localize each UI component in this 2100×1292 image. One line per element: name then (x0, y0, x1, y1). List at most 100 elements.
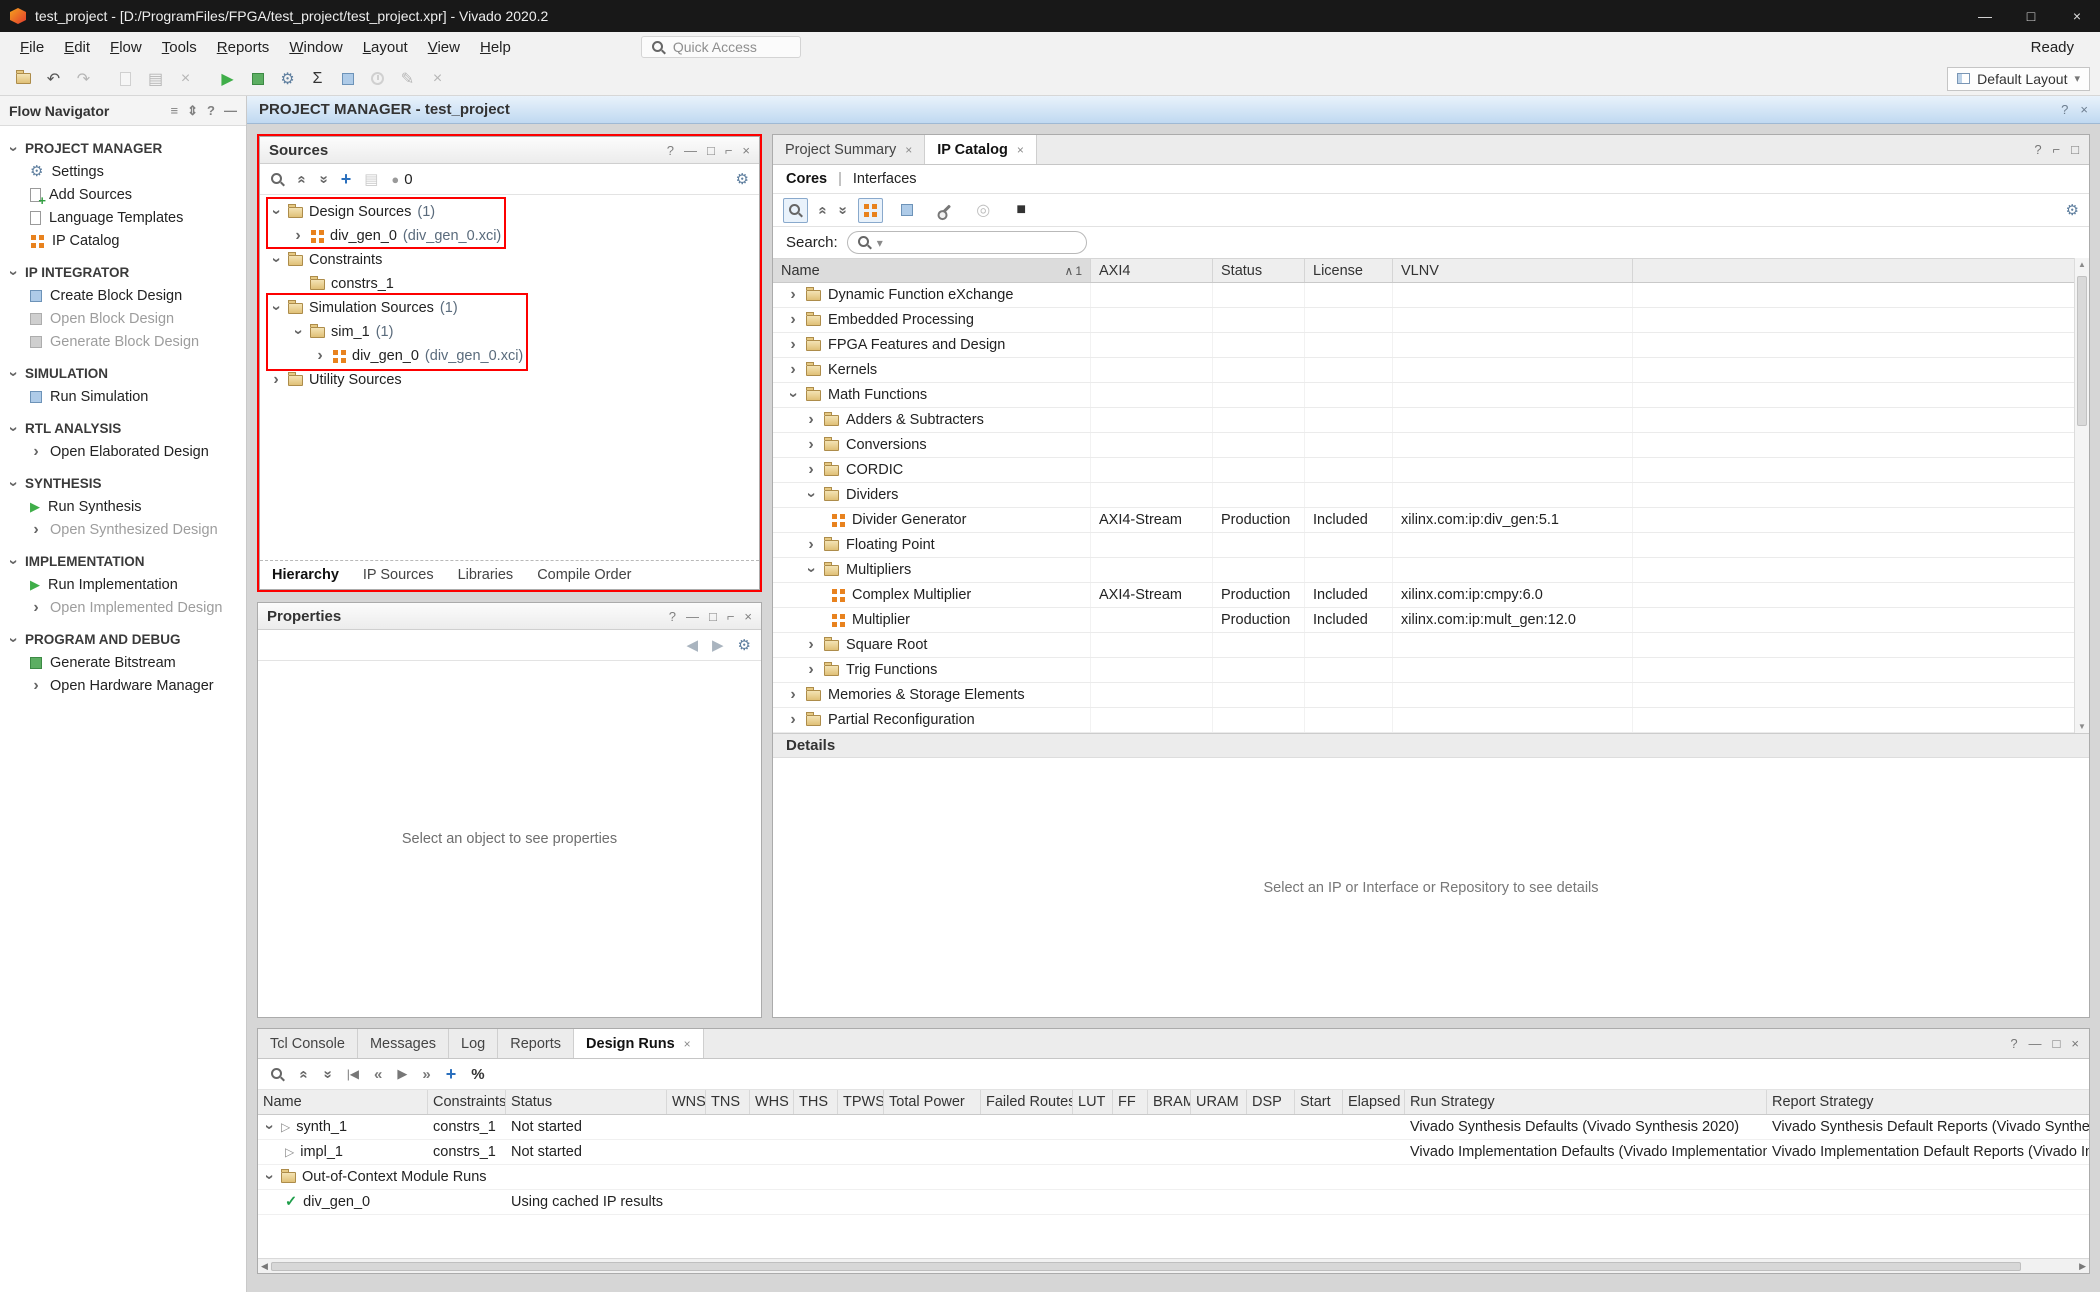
ip-category-row[interactable]: ›Adders & Subtracters (773, 408, 2089, 433)
ip-core-row-divider-generator[interactable]: Divider GeneratorAXI4-StreamProductionIn… (773, 508, 2089, 533)
subtab-cores[interactable]: Cores (786, 171, 827, 187)
add-repository-icon[interactable] (894, 197, 921, 223)
settings-gear-icon[interactable]: ⚙ (274, 66, 301, 92)
menu-flow[interactable]: Flow (100, 36, 152, 59)
column-header-ths[interactable]: THS (794, 1090, 838, 1114)
close-icon[interactable]: × (1017, 143, 1024, 157)
column-header-status[interactable]: Status (1213, 259, 1305, 282)
target-icon[interactable]: ◎ (970, 197, 997, 223)
vertical-scrollbar[interactable]: ▲ ▼ (2074, 258, 2089, 733)
minimize-icon[interactable]: — (2029, 1036, 2042, 1051)
section-synthesis[interactable]: › SYNTHESIS (0, 472, 246, 495)
expander-icon[interactable]: › (805, 412, 817, 428)
help-icon[interactable]: ? (669, 609, 676, 624)
fast-back-icon[interactable]: « (374, 1066, 382, 1083)
column-header-status[interactable]: Status (506, 1090, 667, 1114)
layout-grid-icon[interactable] (334, 66, 361, 92)
history-icon[interactable] (364, 66, 391, 92)
open-project-icon[interactable] (10, 66, 37, 92)
expand-all-icon[interactable]: « (315, 175, 332, 183)
expander-icon[interactable]: › (787, 712, 799, 728)
nav-item-open-block-design[interactable]: Open Block Design (0, 307, 246, 330)
ip-category-row[interactable]: ›Embedded Processing (773, 308, 2089, 333)
scrollbar-thumb[interactable] (2077, 276, 2087, 426)
expander-icon[interactable]: › (268, 206, 284, 218)
close-icon[interactable]: × (744, 609, 752, 624)
ip-category-row[interactable]: ›Trig Functions (773, 658, 2089, 683)
help-icon[interactable]: ? (2010, 1036, 2017, 1051)
ip-search-box[interactable]: ▾ (847, 231, 1087, 254)
column-header-failed-routes[interactable]: Failed Routes (981, 1090, 1073, 1114)
quick-access-search[interactable]: Quick Access (641, 36, 801, 58)
nav-item-ip-catalog[interactable]: IP Catalog (0, 229, 246, 252)
expander-icon[interactable]: › (805, 437, 817, 453)
settings-gear-icon[interactable]: ⚙ (736, 172, 749, 187)
menu-layout[interactable]: Layout (353, 36, 418, 59)
create-run-icon[interactable]: + (446, 1065, 457, 1083)
tab-log[interactable]: Log (449, 1029, 498, 1058)
column-header-elapsed[interactable]: Elapsed (1343, 1090, 1405, 1114)
column-header-vlnv[interactable]: VLNV (1393, 259, 1633, 282)
delete-icon[interactable]: × (172, 66, 199, 92)
add-sources-icon[interactable]: + (341, 170, 352, 188)
tab-ip-sources[interactable]: IP Sources (363, 567, 434, 583)
menu-help[interactable]: Help (470, 36, 521, 59)
nav-item-open-implemented-design[interactable]: ›Open Implemented Design (0, 596, 246, 619)
section-rtl-analysis[interactable]: › RTL ANALYSIS (0, 417, 246, 440)
close-icon[interactable]: × (2054, 0, 2100, 32)
scroll-left-icon[interactable]: ◀ (261, 1261, 268, 1272)
expander-icon[interactable]: › (261, 1121, 277, 1133)
nav-item-settings[interactable]: ⚙Settings (0, 160, 246, 183)
layout-selector[interactable]: Default Layout ▾ (1947, 67, 2090, 91)
expander-icon[interactable]: › (785, 389, 801, 401)
back-icon[interactable]: ◀ (686, 636, 698, 654)
tab-tcl-console[interactable]: Tcl Console (258, 1029, 358, 1058)
run-row-synth-1[interactable]: ›▷synth_1 constrs_1 Not started Vivado S… (258, 1115, 2089, 1140)
tree-item-constraints[interactable]: › Constraints (260, 248, 759, 272)
tree-item-constrs-1[interactable]: constrs_1 (260, 272, 759, 296)
expander-icon[interactable]: › (290, 326, 306, 338)
expander-icon[interactable]: › (805, 462, 817, 478)
expander-icon[interactable]: › (261, 1171, 277, 1183)
column-header-lut[interactable]: LUT (1073, 1090, 1113, 1114)
column-header-tpws[interactable]: TPWS (838, 1090, 884, 1114)
ip-category-row[interactable]: ›Conversions (773, 433, 2089, 458)
help-icon[interactable]: ? (207, 103, 215, 119)
tree-item-simulation-sources[interactable]: › Simulation Sources (1) (260, 296, 759, 320)
nav-item-open-synthesized-design[interactable]: ›Open Synthesized Design (0, 518, 246, 541)
menu-tools[interactable]: Tools (152, 36, 207, 59)
tab-messages[interactable]: Messages (358, 1029, 449, 1058)
section-ip-integrator[interactable]: › IP INTEGRATOR (0, 261, 246, 284)
minimize-icon[interactable]: — (224, 103, 237, 119)
copy-icon[interactable] (112, 66, 139, 92)
nav-item-run-synthesis[interactable]: ▶Run Synthesis (0, 495, 246, 518)
expander-icon[interactable]: › (805, 637, 817, 653)
expander-icon[interactable]: › (803, 564, 819, 576)
column-header-wns[interactable]: WNS (667, 1090, 706, 1114)
menu-view[interactable]: View (418, 36, 470, 59)
tree-item-div-gen-0[interactable]: › div_gen_0 (div_gen_0.xci) (260, 224, 759, 248)
close-icon[interactable]: × (905, 143, 912, 157)
ip-search-input[interactable] (888, 235, 1077, 251)
tab-reports[interactable]: Reports (498, 1029, 574, 1058)
subtab-interfaces[interactable]: Interfaces (853, 171, 917, 187)
expander-icon[interactable]: › (787, 312, 799, 328)
tab-project-summary[interactable]: Project Summary × (773, 135, 925, 164)
expander-icon[interactable]: › (292, 228, 304, 244)
nav-item-generate-bitstream[interactable]: Generate Bitstream (0, 651, 246, 674)
nav-item-language-templates[interactable]: Language Templates (0, 206, 246, 229)
redo-icon[interactable]: ↷ (70, 66, 97, 92)
scroll-to-icon[interactable]: ▤ (364, 170, 378, 188)
expand-all-icon[interactable]: « (319, 1070, 336, 1078)
column-header-constraints[interactable]: Constraints (428, 1090, 506, 1114)
help-icon[interactable]: ? (667, 143, 674, 158)
float-icon[interactable]: ⌐ (725, 143, 733, 158)
column-header-name[interactable]: Name (258, 1090, 428, 1114)
forward-icon[interactable]: ▶ (712, 636, 724, 654)
ip-core-row-complex-multiplier[interactable]: Complex MultiplierAXI4-StreamProductionI… (773, 583, 2089, 608)
expander-icon[interactable]: › (787, 337, 799, 353)
tree-item-utility-sources[interactable]: › Utility Sources (260, 368, 759, 392)
menu-reports[interactable]: Reports (207, 36, 280, 59)
ip-category-row[interactable]: ›FPGA Features and Design (773, 333, 2089, 358)
expander-icon[interactable]: › (805, 662, 817, 678)
